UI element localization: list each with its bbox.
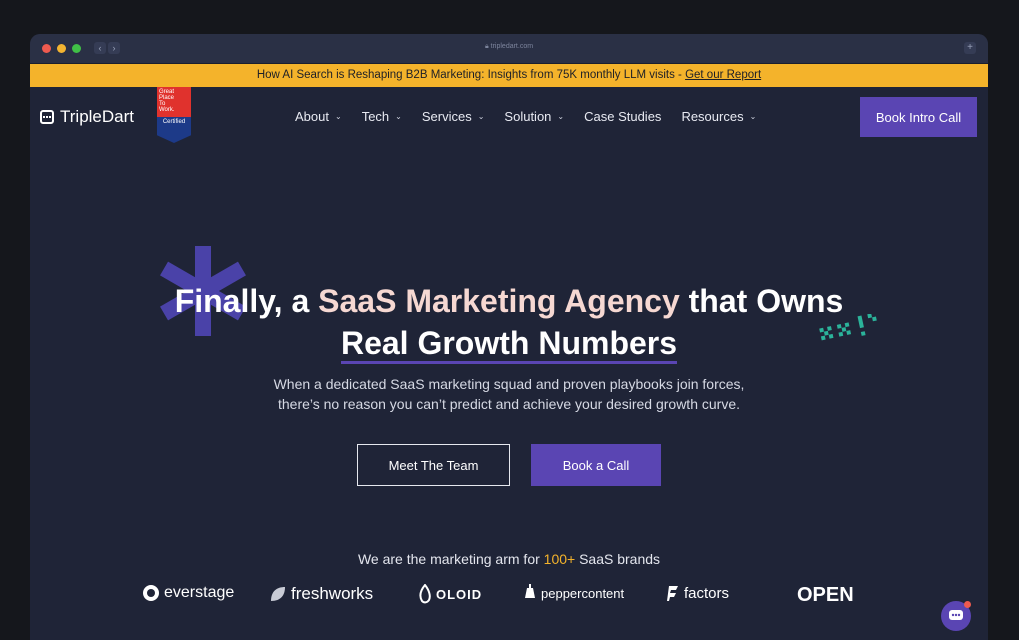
nav-label: Resources: [681, 109, 744, 124]
notification-dot: [964, 601, 971, 608]
address-bar[interactable]: 🔒︎ tripledart.com: [30, 43, 988, 51]
tripledart-logo-icon: [40, 110, 54, 124]
nav-item-resources[interactable]: Resources ⌄: [681, 109, 756, 124]
chevron-down-icon: ⌄: [334, 112, 342, 121]
everstage-icon: [143, 585, 159, 601]
nav-label: Case Studies: [584, 109, 662, 124]
chevron-down-icon: ⌄: [557, 112, 565, 121]
nav-item-solution[interactable]: Solution ⌄: [504, 109, 564, 124]
badge-certified: Certified: [162, 119, 186, 125]
oloid-icon: [419, 584, 431, 604]
title-line2: Real Growth Numbers: [340, 325, 678, 364]
title-text: Finally, a: [174, 283, 319, 319]
brand-logos: everstage freshworks OLOID peppercontent…: [30, 584, 988, 610]
great-place-to-work-badge: Great Place To Work. Certified: [157, 87, 191, 143]
freshworks-icon: [271, 587, 285, 601]
nav-label: About: [295, 109, 329, 124]
announcement-text: How AI Search is Reshaping B2B Marketing…: [256, 69, 686, 81]
nav-item-tech[interactable]: Tech ⌄: [362, 109, 402, 124]
brand-logo-peppercontent: peppercontent: [523, 584, 624, 602]
brand-logo-freshworks: freshworks: [269, 584, 373, 604]
chat-bubble-icon: [949, 610, 963, 620]
chevron-down-icon: ⌄: [749, 112, 757, 121]
nav-item-about[interactable]: About ⌄: [295, 109, 342, 124]
subtitle-line: When a dedicated SaaS marketing squad an…: [273, 376, 745, 392]
nav-label: Tech: [361, 109, 390, 124]
subtitle-line: there’s no reason you can’t predict and …: [277, 396, 740, 412]
hero-title: Finally, a SaaS Marketing Agency that Ow…: [30, 280, 988, 364]
title-accent: SaaS Marketing Agency: [318, 283, 680, 319]
brand-name: freshworks: [291, 584, 374, 603]
url-text: tripledart.com: [490, 43, 534, 50]
brand-logo-oloid: OLOID: [418, 584, 482, 604]
nav-label: Services: [421, 109, 472, 124]
main-nav: About ⌄ Tech ⌄ Services ⌄ Solution ⌄ Case St…: [295, 109, 756, 124]
factors-icon: [667, 586, 678, 601]
chevron-down-icon: ⌄: [395, 112, 402, 121]
announcement-bar: How AI Search is Reshaping B2B Marketing…: [30, 64, 988, 87]
browser-chrome: ‹ › 🔒︎ tripledart.com +: [30, 34, 988, 64]
pepper-icon: [525, 584, 535, 598]
brand-name: factors: [684, 584, 730, 602]
nav-item-services[interactable]: Services ⌄: [422, 109, 485, 124]
brand-name: OLOID: [436, 586, 483, 602]
brands-count: 100+: [543, 551, 576, 567]
chat-widget-button[interactable]: [941, 601, 971, 631]
brands-heading-text: SaaS brands: [575, 551, 661, 567]
badge-line: Work.: [159, 107, 175, 113]
nav-item-case-studies[interactable]: Case Studies: [584, 109, 661, 124]
brands-heading-text: We are the marketing arm for: [357, 551, 544, 567]
nav-label: Solution: [504, 109, 552, 124]
logo-text: TripleDart: [60, 107, 134, 126]
brand-logo-factors: factors: [666, 584, 729, 602]
brands-heading: We are the marketing arm for 100+ SaaS b…: [30, 551, 988, 567]
brand-name: OPEN: [797, 584, 854, 606]
browser-window: ‹ › 🔒︎ tripledart.com + How AI Search is…: [30, 34, 988, 640]
lock-icon: 🔒︎: [484, 43, 489, 50]
brand-name: everstage: [164, 584, 235, 601]
hero-subtitle: When a dedicated SaaS marketing squad an…: [30, 374, 988, 414]
chevron-down-icon: ⌄: [477, 112, 485, 121]
meet-the-team-button[interactable]: Meet The Team: [357, 444, 510, 486]
announcement-link[interactable]: Get our Report: [685, 69, 761, 81]
brand-name: peppercontent: [541, 585, 625, 601]
new-tab-icon[interactable]: +: [964, 42, 976, 54]
brand-logo-everstage: everstage: [142, 584, 234, 602]
book-a-call-button[interactable]: Book a Call: [531, 444, 661, 486]
book-intro-call-button[interactable]: Book Intro Call: [860, 97, 977, 137]
brand-logo-open: OPEN: [797, 584, 854, 607]
site-header: TripleDart Great Place To Work. Certifie…: [30, 87, 988, 147]
site-logo[interactable]: TripleDart: [40, 107, 134, 127]
title-text: that Owns: [679, 283, 844, 319]
